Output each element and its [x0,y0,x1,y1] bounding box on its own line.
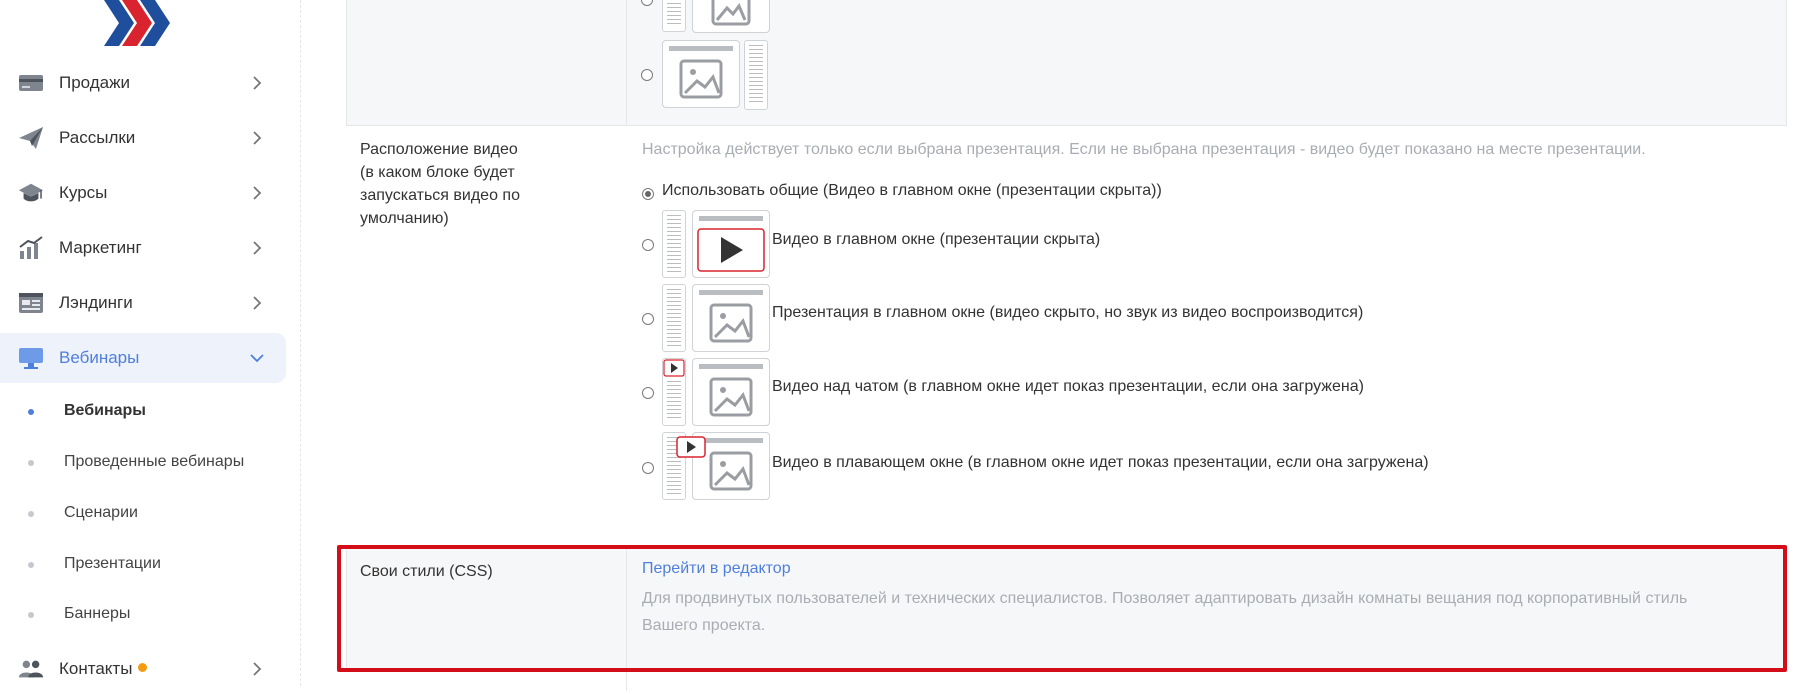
video-mini-icon [663,359,685,377]
css-setting-label: Свои стили (CSS) [360,563,493,580]
video-option-radio[interactable] [642,239,654,251]
chevron-right-icon [253,186,262,200]
sidebar-item-marketing[interactable]: Маркетинг [0,223,286,273]
css-setting-hint: Для продвинутых пользователей и техничес… [642,585,1687,639]
logo [104,0,170,46]
hint-line: Для продвинутых пользователей и техничес… [642,590,1688,607]
thumb-strip [662,284,686,352]
sidebar-subitem-label: Вебинары [64,402,146,419]
bullet-dot [28,511,34,517]
sidebar-subitem-label: Баннеры [64,605,131,622]
chevron-right-icon [253,296,262,310]
thumb-strip [662,358,686,426]
sidebar-item-label: Вебинары [59,348,140,367]
thumb-image-icon [662,40,740,108]
table-border [626,545,627,671]
video-option-label: Видео над чатом (в главном окне идет пок… [772,378,1364,395]
label-line: умолчанию) [360,210,449,227]
chevron-right-icon [253,662,262,676]
sidebar-item-label: Лэндинги [59,293,133,312]
sidebar-item-sales[interactable]: Продажи [0,58,286,108]
bullet-dot [28,612,34,618]
graduation-cap-icon [18,181,44,205]
bullet-dot [28,562,34,568]
sidebar-item-label: Продажи [59,73,130,92]
label-line: Расположение видео [360,141,518,158]
sidebar-subitem-presentations[interactable]: Презентации [0,548,286,582]
sidebar-item-landings[interactable]: Лэндинги [0,278,286,328]
sidebar-item-label: Курсы [59,183,108,202]
card-icon [18,71,44,95]
sidebar-subitem-past-webinars[interactable]: Проведенные вебинары [0,446,286,480]
sidebar-item-label: Контакты [59,659,148,679]
video-setting-label: Расположение видео (в каком блоке будет … [360,138,520,230]
sidebar-subitem-webinars[interactable]: Вебинары [0,395,286,429]
table-border [626,671,627,691]
thumb-video-icon [692,210,770,278]
thumb-strip [744,40,768,110]
table-border [346,671,1787,672]
video-option-radio[interactable] [642,313,654,325]
contacts-icon [18,657,44,681]
video-option-radio[interactable] [642,462,654,474]
open-editor-link[interactable]: Перейти в редактор [642,560,791,578]
layout-radio[interactable] [641,69,653,81]
settings-row-video: Расположение видео (в каком блоке будет … [346,126,1787,522]
monitor-icon [18,346,44,370]
chevron-right-icon [253,241,262,255]
sidebar-item-contacts[interactable]: Контакты [0,644,286,694]
video-option-radio[interactable] [642,387,654,399]
sidebar-item-webinars[interactable]: Вебинары [0,333,286,383]
sidebar: Продажи Рассылки Курсы Маркетинг Лэндинг… [0,0,301,686]
sidebar-item-label-text: Контакты [59,659,133,678]
video-option-label: Использовать общие (Видео в главном окне… [662,182,1162,199]
thumb-image-icon [692,0,770,33]
label-line: (в каком блоке будет [360,164,515,181]
video-option-label: Видео в главном окне (презентации скрыта… [772,231,1101,248]
settings-table: Расположение видео (в каком блоке будет … [346,0,1787,691]
label-line: запускаться видео по [360,187,520,204]
table-border [346,545,347,671]
bullet-dot [28,460,34,466]
sidebar-subitem-scenarios[interactable]: Сценарии [0,497,286,531]
paper-plane-icon [18,126,44,150]
hint-line: Вашего проекта. [642,617,766,634]
chevron-right-icon [253,131,262,145]
chevron-down-icon [250,354,264,363]
notification-dot [138,663,148,673]
video-setting-hint: Настройка действует только если выбрана … [642,141,1646,158]
thumb-strip [662,210,686,278]
sidebar-subitem-banners[interactable]: Баннеры [0,598,286,632]
settings-row-css: Свои стили (CSS) Перейти в редактор Для … [346,545,1787,671]
video-option-label: Презентация в главном окне (видео скрыто… [772,304,1364,321]
sidebar-subitem-label: Проведенные вебинары [64,453,245,470]
video-option-label: Видео в плавающем окне (в главном окне и… [772,454,1429,471]
bar-chart-icon [18,236,44,260]
bullet-dot [28,409,34,415]
thumb-image-icon [692,284,770,352]
sidebar-item-label: Маркетинг [59,238,142,257]
video-option-radio[interactable] [642,188,654,200]
layout-radio[interactable] [641,0,653,6]
thumb-image-icon [692,358,770,426]
floating-video-icon [676,436,706,458]
settings-row-layout [346,0,1787,125]
thumb-strip [662,0,686,32]
sidebar-item-courses[interactable]: Курсы [0,168,286,218]
sidebar-subitem-label: Сценарии [64,504,138,521]
settings-row-js [346,671,1787,691]
landing-page-icon [18,291,44,315]
sidebar-item-mailings[interactable]: Рассылки [0,113,286,163]
sidebar-item-label: Рассылки [59,128,136,147]
sidebar-subitem-label: Презентации [64,555,161,572]
chevron-right-icon [253,76,262,90]
